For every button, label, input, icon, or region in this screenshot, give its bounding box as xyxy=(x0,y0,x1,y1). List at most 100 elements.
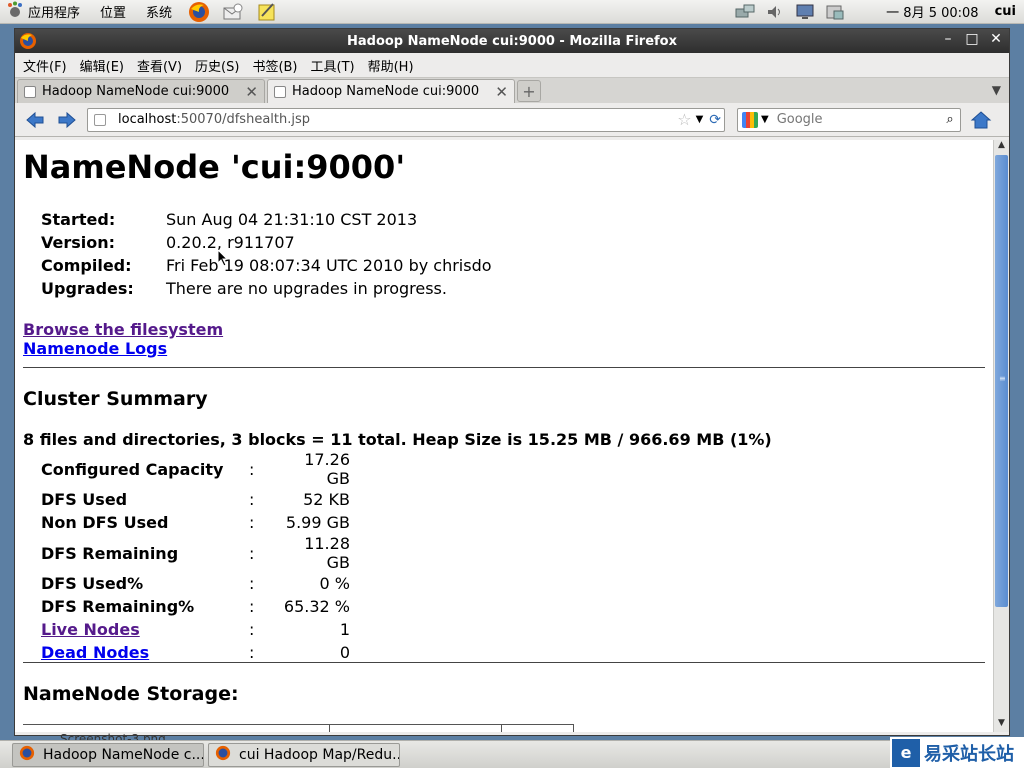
live-nodes-link[interactable]: Live Nodes xyxy=(41,620,140,639)
menu-applications[interactable]: 应用程序 xyxy=(24,2,84,21)
menu-history[interactable]: 历史(S) xyxy=(191,56,243,75)
info-key: Version: xyxy=(41,233,116,252)
watermark-text: 易采站长站 xyxy=(924,743,1014,765)
tab-2[interactable]: Hadoop NameNode cui:9000 ✕ xyxy=(267,79,515,103)
reload-icon[interactable]: ⟳ xyxy=(709,112,721,128)
storage-table-cell xyxy=(330,725,502,732)
storage-table xyxy=(23,724,574,732)
table-row: DFS Used%: 0 % xyxy=(37,572,350,595)
page-title: NameNode 'cui:9000' xyxy=(23,148,406,186)
url-history-dropdown-icon[interactable]: ▼ xyxy=(696,114,704,125)
menubar: 文件(F) 编辑(E) 查看(V) 历史(S) 书签(B) 工具(T) 帮助(H… xyxy=(15,53,1009,77)
close-button[interactable]: ✕ xyxy=(989,31,1003,47)
search-engine-dropdown-icon[interactable]: ▼ xyxy=(761,114,769,125)
applications-menu[interactable]: 应用程序 xyxy=(0,0,90,24)
namenode-logs-link[interactable]: Namenode Logs xyxy=(23,339,223,358)
back-button[interactable] xyxy=(21,107,49,133)
home-button[interactable] xyxy=(967,107,995,133)
table-row: Live Nodes: 1 xyxy=(37,618,350,641)
forward-button[interactable] xyxy=(53,107,81,133)
menu-help[interactable]: 帮助(H) xyxy=(364,56,418,75)
display-icon[interactable] xyxy=(793,2,817,22)
bookmark-star-icon[interactable]: ☆ xyxy=(677,110,691,129)
system-menu[interactable]: 系统 xyxy=(136,0,182,24)
namenode-info: Started: Sun Aug 04 21:31:10 CST 2013 Ver… xyxy=(41,210,492,302)
url-text[interactable]: localhost:50070/dfshealth.jsp xyxy=(118,112,677,127)
taskbar-item-firefox-2[interactable]: cui Hadoop Map/Redu... xyxy=(208,742,400,767)
stat-key: DFS Remaining xyxy=(41,543,179,563)
namenode-storage-heading: NameNode Storage: xyxy=(23,683,239,705)
table-row: Configured Capacity: 17.26 GB xyxy=(37,450,350,488)
stat-value: 0 xyxy=(339,643,350,662)
watermark-logo-icon: e xyxy=(892,738,920,767)
site-identity-icon[interactable] xyxy=(94,113,106,126)
stat-key: DFS Remaining% xyxy=(41,597,195,616)
menu-bookmarks[interactable]: 书签(B) xyxy=(248,56,301,75)
taskbar-item-firefox[interactable]: Hadoop NameNode c... xyxy=(12,742,204,767)
search-bar[interactable]: ▼ ⌕ xyxy=(737,107,961,132)
stat-value: 65.32 % xyxy=(283,597,350,616)
stat-key: Configured Capacity xyxy=(41,459,224,479)
scroll-down-icon[interactable]: ▼ xyxy=(994,718,1009,732)
info-value: Sun Aug 04 21:31:10 CST 2013 xyxy=(166,210,418,229)
cluster-summary-heading: Cluster Summary xyxy=(23,388,208,410)
menu-edit[interactable]: 编辑(E) xyxy=(76,56,128,75)
menu-view[interactable]: 查看(V) xyxy=(133,56,186,75)
mouse-pointer-icon xyxy=(217,248,229,271)
url-bar[interactable]: localhost:50070/dfshealth.jsp ☆ ▼ ⟳ xyxy=(87,107,725,132)
places-menu[interactable]: 位置 xyxy=(90,0,136,24)
stat-value: 5.99 GB xyxy=(285,513,350,532)
network-icon[interactable] xyxy=(733,2,757,22)
search-go-icon[interactable]: ⌕ xyxy=(940,112,960,127)
firefox-icon xyxy=(215,745,231,765)
stat-value: 11.28 GB xyxy=(304,534,350,572)
menu-places[interactable]: 位置 xyxy=(96,2,130,21)
stat-key: Non DFS Used xyxy=(41,513,169,532)
stat-separator: : xyxy=(249,643,255,662)
menu-tools[interactable]: 工具(T) xyxy=(307,56,359,75)
info-row: Upgrades: There are no upgrades in progre… xyxy=(41,279,492,302)
new-tab-button[interactable]: + xyxy=(517,80,541,102)
firefox-icon xyxy=(19,745,35,765)
url-path: :50070/dfshealth.jsp xyxy=(176,112,310,127)
table-row: DFS Used: 52 KB xyxy=(37,488,350,511)
page-favicon-icon xyxy=(274,85,286,98)
forward-arrow-icon xyxy=(58,111,76,128)
watermark: e 易采站长站 xyxy=(890,737,1024,768)
firefox-launcher-icon[interactable] xyxy=(187,1,211,23)
tab-list-chevron-icon[interactable]: ▼ xyxy=(992,83,1001,97)
update-icon[interactable] xyxy=(823,2,847,22)
summary-line: 8 files and directories, 3 blocks = 11 t… xyxy=(23,430,772,449)
minimize-button[interactable]: – xyxy=(941,31,955,47)
clock[interactable]: 一 8月 5 00:08 xyxy=(886,2,978,21)
info-row: Compiled: Fri Feb 19 08:07:34 UTC 2010 by… xyxy=(41,256,492,279)
scroll-up-icon[interactable]: ▲ xyxy=(994,140,1009,154)
tab-close-icon[interactable]: ✕ xyxy=(495,83,508,101)
google-engine-icon[interactable] xyxy=(742,111,758,128)
maximize-button[interactable]: □ xyxy=(965,31,979,47)
storage-table-cell xyxy=(502,725,574,732)
back-arrow-icon xyxy=(26,111,44,128)
search-input[interactable] xyxy=(776,112,940,127)
info-value: There are no upgrades in progress. xyxy=(166,279,447,298)
scrollbar-thumb[interactable]: ≡ xyxy=(995,155,1008,607)
tab-1[interactable]: Hadoop NameNode cui:9000 ✕ xyxy=(17,79,265,103)
info-key: Upgrades: xyxy=(41,279,134,298)
menu-system[interactable]: 系统 xyxy=(142,2,176,21)
volume-icon[interactable] xyxy=(763,2,787,22)
browse-filesystem-link[interactable]: Browse the filesystem xyxy=(23,320,223,339)
top-panel: 应用程序 位置 系统 一 8月 5 00:08 cui xyxy=(0,0,1024,24)
vertical-scrollbar[interactable]: ▲ ≡ ▼ xyxy=(993,140,1009,732)
stat-value: 17.26 GB xyxy=(304,450,350,488)
info-key: Compiled: xyxy=(41,256,132,275)
mail-launcher-icon[interactable] xyxy=(221,1,245,23)
user-menu[interactable]: cui xyxy=(995,4,1016,19)
tab-title: Hadoop NameNode cui:9000 xyxy=(42,84,230,99)
window-titlebar[interactable]: Hadoop NameNode cui:9000 - Mozilla Firef… xyxy=(15,29,1009,53)
stat-separator: : xyxy=(249,513,255,532)
dead-nodes-link[interactable]: Dead Nodes xyxy=(41,643,149,662)
tab-close-icon[interactable]: ✕ xyxy=(245,83,258,101)
notes-launcher-icon[interactable] xyxy=(255,1,279,23)
firefox-icon xyxy=(19,32,37,54)
menu-file[interactable]: 文件(F) xyxy=(19,56,71,75)
